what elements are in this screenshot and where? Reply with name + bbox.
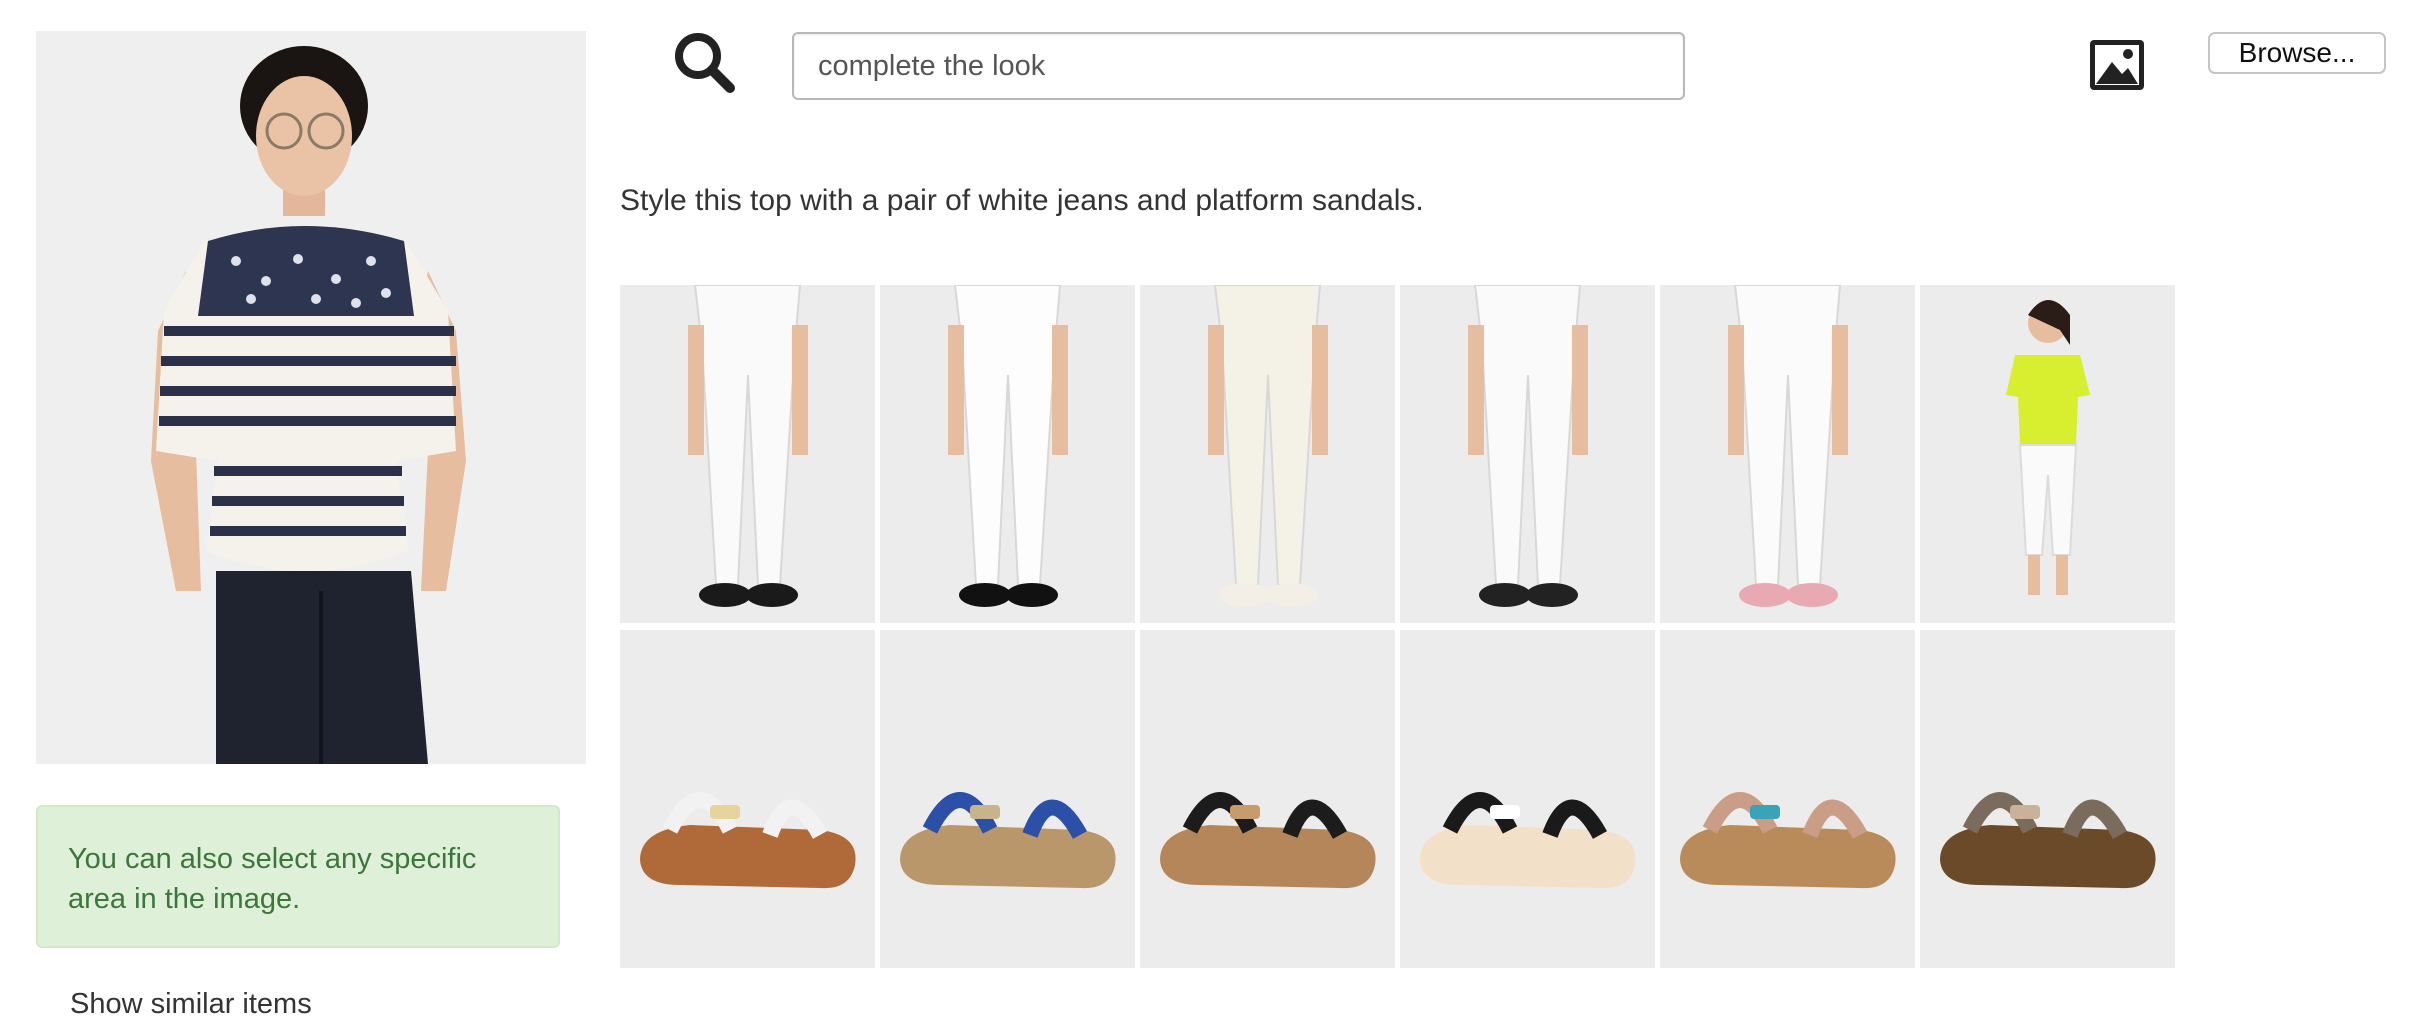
show-similar-label[interactable]: Show similar items: [70, 988, 312, 1021]
shoe-right: [1006, 583, 1058, 607]
result-tile-jeans-4[interactable]: [1400, 285, 1655, 623]
query-image[interactable]: [36, 31, 586, 764]
shoe-left: [1219, 583, 1271, 607]
result-tile-jeans-1[interactable]: [620, 285, 875, 623]
result-tile-sandal-2[interactable]: [880, 630, 1135, 968]
product-image: [1728, 285, 1848, 607]
hint-text: You can also select any specific area in…: [68, 843, 477, 915]
shoe-right: [746, 583, 798, 607]
results-grid: [620, 285, 2176, 969]
search-input[interactable]: [792, 32, 1685, 100]
product-image: [688, 285, 808, 607]
model-photo: [36, 31, 586, 764]
product-image: [1420, 792, 1636, 889]
product-image: [1160, 792, 1376, 889]
result-tile-sandal-4[interactable]: [1400, 630, 1655, 968]
result-tile-jeans-2[interactable]: [880, 285, 1135, 623]
browse-button[interactable]: Browse...: [2208, 32, 2386, 74]
result-tile-sandal-6[interactable]: [1920, 630, 2175, 968]
result-tile-sandal-3[interactable]: [1140, 630, 1395, 968]
product-image: [900, 792, 1116, 889]
result-tile-jeans-3[interactable]: [1140, 285, 1395, 623]
shoe-left: [1479, 583, 1531, 607]
shoe-right: [1266, 583, 1318, 607]
shoe-right: [1526, 583, 1578, 607]
result-tile-jeans-5[interactable]: [1660, 285, 1915, 623]
style-suggestion: Style this top with a pair of white jean…: [620, 184, 1424, 217]
product-image: [1680, 792, 1896, 889]
product-image: [640, 792, 856, 889]
shoe-right: [1786, 583, 1838, 607]
product-image: [948, 285, 1068, 607]
product-image: [1468, 285, 1588, 607]
product-image: [1940, 792, 2156, 889]
shoe-left: [699, 583, 751, 607]
shoe-left: [959, 583, 1011, 607]
product-image: [1208, 285, 1328, 607]
shoe-left: [1739, 583, 1791, 607]
image-icon[interactable]: [2088, 38, 2146, 92]
product-image: [2006, 300, 2090, 595]
result-tile-outfit-6[interactable]: [1920, 285, 2175, 623]
search-icon[interactable]: [672, 30, 736, 94]
result-tile-sandal-5[interactable]: [1660, 630, 1915, 968]
hint-alert: You can also select any specific area in…: [36, 805, 560, 948]
result-tile-sandal-1[interactable]: [620, 630, 875, 968]
